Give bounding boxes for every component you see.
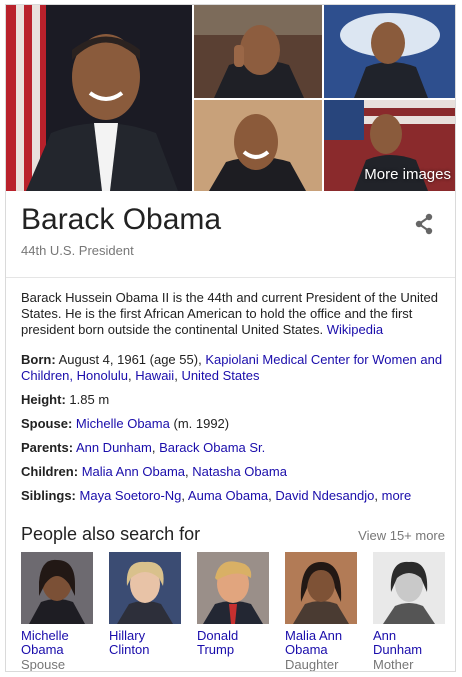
entity-subtitle: 44th U.S. President xyxy=(21,243,134,258)
avatar xyxy=(109,552,181,624)
person-name-line1: Malia Ann xyxy=(285,628,343,643)
avatar xyxy=(197,552,269,624)
person-name-line1: Hillary xyxy=(109,628,146,643)
person-name-line2: Clinton xyxy=(109,642,150,657)
photo-5[interactable]: More images xyxy=(324,100,455,191)
fact-label: Siblings: xyxy=(21,488,76,503)
fact-label: Born: xyxy=(21,352,56,367)
person-role: Spouse xyxy=(21,657,66,672)
person-name-line2: Trump xyxy=(197,642,235,657)
entity-title: Barack Obama xyxy=(21,203,222,236)
avatar xyxy=(373,552,445,624)
fact-spouse: Spouse: Michelle Obama (m. 1992) xyxy=(21,416,446,432)
share-icon[interactable] xyxy=(414,212,434,236)
fact-children: Children: Malia Ann Obama, Natasha Obama xyxy=(21,464,287,479)
wikipedia-link[interactable]: Wikipedia xyxy=(327,322,383,337)
person-card-donald[interactable]: Donald Trump xyxy=(197,552,269,658)
born-date: August 4, 1961 (age 55), xyxy=(58,352,202,367)
person-name-line1: Donald xyxy=(197,628,239,643)
view-more-link[interactable]: View 15+ more xyxy=(358,528,445,543)
avatar xyxy=(285,552,357,624)
header-divider xyxy=(6,277,455,278)
person-name-line1: Michelle xyxy=(21,628,69,643)
fact-born: Born: August 4, 1961 (age 55), Kapiolani… xyxy=(21,352,443,383)
sibling-link[interactable]: David Ndesandjo xyxy=(275,488,374,503)
knowledge-panel: More images Barack Obama 44th U.S. Presi… xyxy=(5,4,456,672)
fact-label: Height: xyxy=(21,392,66,407)
fact-siblings: Siblings: Maya Soetoro-Ng, Auma Obama, D… xyxy=(21,488,412,503)
spouse-link[interactable]: Michelle Obama xyxy=(76,416,170,431)
person-name-line1: Ann xyxy=(373,628,397,643)
photo-3[interactable] xyxy=(324,5,455,98)
person-name-line2: Obama xyxy=(21,642,64,657)
fact-parents: Parents: Ann Dunham, Barack Obama Sr. xyxy=(21,440,266,455)
parent-link[interactable]: Barack Obama Sr. xyxy=(159,440,265,455)
main-photo[interactable] xyxy=(6,5,192,191)
description: Barack Hussein Obama II is the 44th and … xyxy=(21,290,446,338)
person-card-malia[interactable]: Malia Ann Obama Daughter xyxy=(285,552,357,672)
avatar xyxy=(21,552,93,624)
fact-label: Parents: xyxy=(21,440,74,455)
sibling-link[interactable]: Auma Obama xyxy=(188,488,268,503)
height-value: 1.85 m xyxy=(69,392,110,407)
person-card-hillary[interactable]: Hillary Clinton xyxy=(109,552,181,658)
facts-list: Born: August 4, 1961 (age 55), Kapiolani… xyxy=(21,352,446,512)
spouse-extra: (m. 1992) xyxy=(173,416,230,431)
siblings-more-link[interactable]: more xyxy=(382,488,412,503)
fact-label: Children: xyxy=(21,464,79,479)
child-link[interactable]: Malia Ann Obama xyxy=(82,464,185,479)
fact-height: Height: 1.85 m xyxy=(21,392,446,408)
child-link[interactable]: Natasha Obama xyxy=(192,464,287,479)
person-role: Daughter xyxy=(285,657,339,672)
sibling-link[interactable]: Maya Soetoro-Ng xyxy=(80,488,182,503)
person-name-line2: Obama xyxy=(285,642,328,657)
more-images-link[interactable]: More images xyxy=(364,166,451,183)
person-role: Mother xyxy=(373,657,414,672)
person-card-michelle[interactable]: Michelle Obama Spouse xyxy=(21,552,93,672)
photo-4[interactable] xyxy=(194,100,322,191)
photo-2[interactable] xyxy=(194,5,322,98)
parent-link[interactable]: Ann Dunham xyxy=(76,440,152,455)
fact-label: Spouse: xyxy=(21,416,73,431)
people-also-search-title: People also search for xyxy=(21,524,201,544)
born-state-link[interactable]: Hawaii xyxy=(135,368,174,383)
person-name-line2: Dunham xyxy=(373,642,423,657)
born-country-link[interactable]: United States xyxy=(181,368,259,383)
person-card-ann[interactable]: Ann Dunham Mother xyxy=(373,552,445,672)
